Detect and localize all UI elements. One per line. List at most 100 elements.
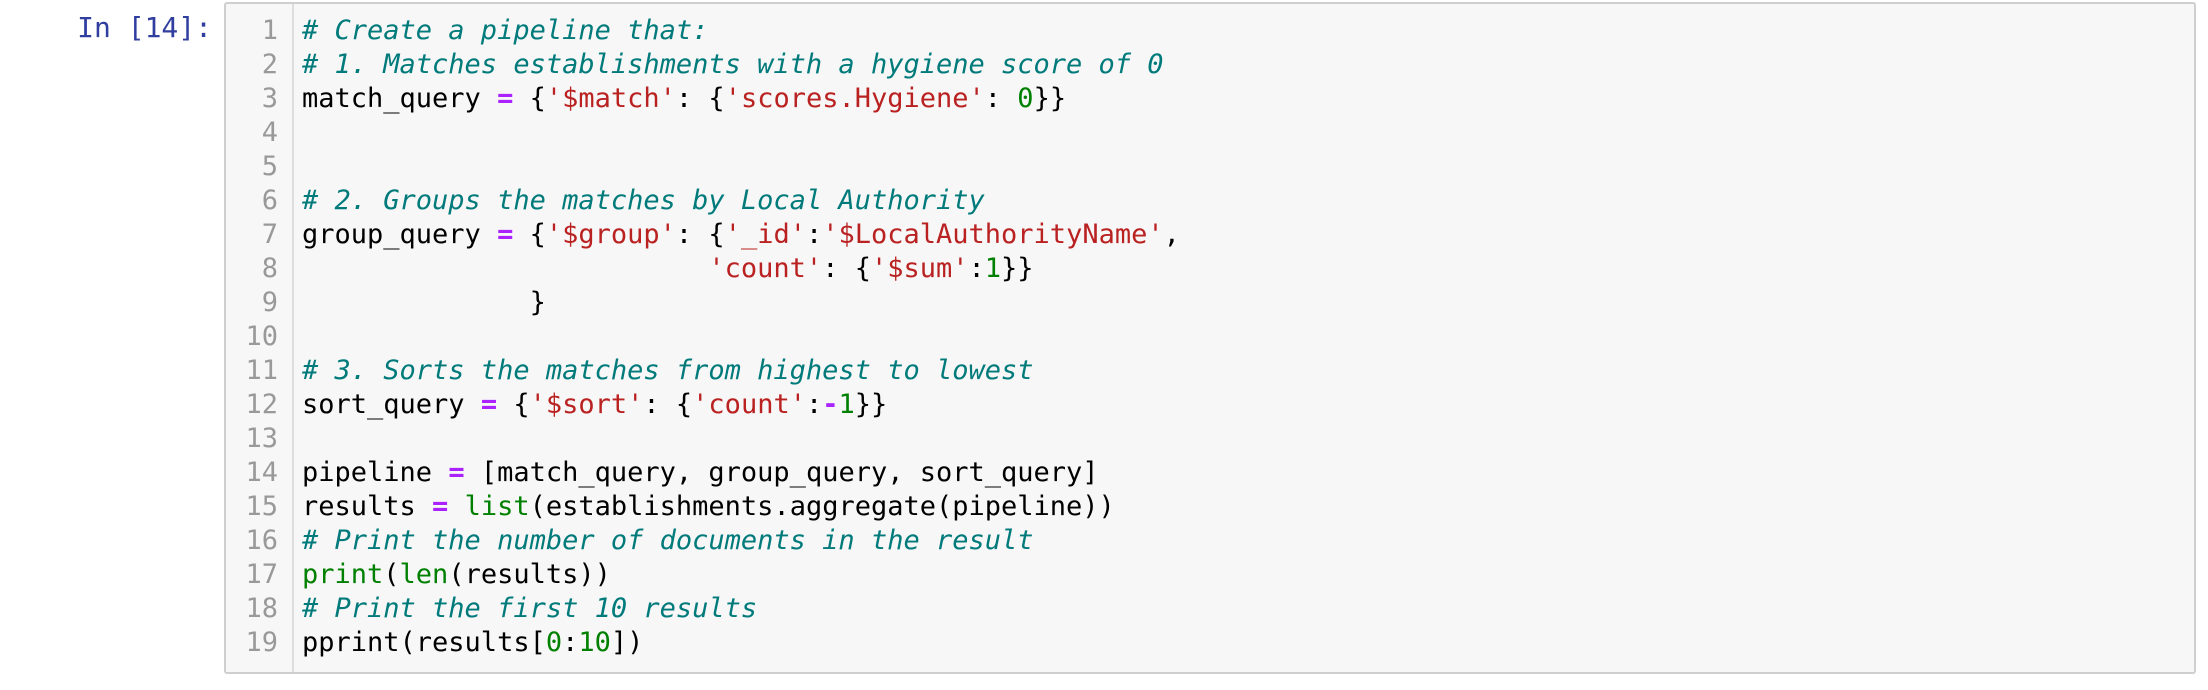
code-token-text: : { [675,83,725,114]
code-token-builtin: list [464,491,530,522]
code-content[interactable]: # Create a pipeline that: # 1. Matches es… [302,14,1180,660]
code-token-op: = [448,457,465,488]
code-line: ​ [302,422,1180,456]
code-token-text: }} [1001,253,1034,284]
code-line: print(len(results)) [302,558,1180,592]
code-token-number: 1 [984,253,1002,284]
code-line: # 1. Matches establishments with a hygie… [302,48,1180,82]
code-token-op: = [432,491,449,522]
code-token-string: '$sort' [529,389,644,420]
code-token-text: sort_query [302,389,481,420]
code-line: ​ [302,320,1180,354]
line-number: 10 [245,321,278,352]
code-editor[interactable]: 1 2 3 4 5 6 7 8 9 10 11 12 13 14 15 16 17 18 19 # Create a… [224,2,2196,674]
code-token-text: }} [1033,83,1067,114]
code-token-string: '$match' [545,83,676,114]
code-token-text: pprint(results[ [302,627,546,658]
code-token-text: { [513,219,546,250]
code-token-text: [match_query, group_query, sort_query] [464,457,1099,488]
code-token-string: '$group' [545,219,676,250]
code-token-text: }} [854,389,888,420]
code-token-text: : [984,83,1018,114]
line-number: 18 [245,593,278,624]
code-token-number: 10 [578,627,611,658]
line-number: 6 [261,185,278,216]
code-token-text: group_query [302,219,498,250]
code-line: sort_query = {'$sort': {'count':-1}} [302,388,1180,422]
code-token-text: } [302,287,546,318]
code-token-op: = [497,83,514,114]
code-line: group_query = {'$group': {'_id':'$LocalA… [302,218,1180,252]
line-number: 15 [245,491,278,522]
code-token-text: : [805,389,823,420]
code-token-comment: # 3. Sorts the matches from highest to l… [302,355,1034,386]
line-number: 4 [261,117,278,148]
code-token-comment: # Print the number of documents in the r… [302,525,1034,556]
line-number: 14 [245,457,278,488]
code-token-builtin: len [399,559,449,590]
code-token-op: = [497,219,514,250]
code-line: pipeline = [match_query, group_query, so… [302,456,1180,490]
code-token-text: (establishments.aggregate(pipeline)) [529,491,1115,522]
code-line: # 3. Sorts the matches from highest to l… [302,354,1180,388]
code-token-number: 0 [545,627,563,658]
line-number: 9 [261,287,278,318]
code-token-text: { [497,389,530,420]
code-token-text: (results)) [448,559,611,590]
code-token-text: : { [822,253,871,284]
code-token-number: 0 [1017,83,1034,114]
code-token-comment: # Print the first 10 results [302,593,758,624]
code-line: # 2. Groups the matches by Local Authori… [302,184,1180,218]
code-token-text: ( [383,559,400,590]
code-token-op: = [480,389,498,420]
code-token-text: ]) [610,627,644,658]
code-cell[interactable]: In [14]: 1 2 3 4 5 6 7 8 9 10 11 12 13 14 15 16 17 18 19 #… [0,0,2208,690]
line-number: 5 [261,151,278,182]
code-line: } [302,286,1180,320]
code-token-text: match_query [302,83,498,114]
code-token-string: '_id' [724,219,806,250]
code-token-string: 'scores.Hygiene' [724,83,985,114]
code-token-number: 1 [838,389,855,420]
code-line: # Print the first 10 results [302,592,1180,626]
line-number: 13 [245,423,278,454]
code-token-comment: # 1. Matches establishments with a hygie… [302,49,1164,80]
code-line: # Create a pipeline that: [302,14,1180,48]
line-number: 2 [261,49,278,80]
code-token-text: pipeline [302,457,449,488]
code-token-comment: # 2. Groups the matches by Local Authori… [302,185,985,216]
line-number-gutter: 1 2 3 4 5 6 7 8 9 10 11 12 13 14 15 16 17 18 19 [226,4,294,672]
code-token-op: - [822,389,839,420]
line-number: 11 [245,355,278,386]
line-number: 3 [261,83,278,114]
code-token-text: : { [643,389,693,420]
line-number: 12 [245,389,278,420]
code-token-text: { [513,83,546,114]
line-number: 17 [245,559,278,590]
code-token-text: : [968,253,985,284]
code-token-text: : { [675,219,725,250]
line-number: 1 [261,15,278,46]
code-token-string: 'count' [708,253,823,284]
code-token-text: : [805,219,823,250]
code-token-text: , [1163,219,1180,250]
code-line: # Print the number of documents in the r… [302,524,1180,558]
code-line: match_query = {'$match': {'scores.Hygien… [302,82,1180,116]
code-line: pprint(results[0:10]) [302,626,1180,660]
code-token-string: 'count' [692,389,806,420]
notebook: In [14]: 1 2 3 4 5 6 7 8 9 10 11 12 13 14 15 16 17 18 19 #… [0,0,2208,690]
code-token-comment: # Create a pipeline that: [302,15,709,46]
line-number: 16 [245,525,278,556]
line-number: 19 [245,627,278,658]
code-token-string: '$sum' [870,253,969,284]
line-number: 7 [261,219,278,250]
code-token-builtin: print [302,559,384,590]
code-token-text: : [562,627,579,658]
code-token-string: '$LocalAuthorityName' [822,219,1164,250]
code-line: results = list(establishments.aggregate(… [302,490,1180,524]
code-token-text: results [302,491,433,522]
input-prompt: In [14]: [77,11,212,44]
line-number: 8 [261,253,278,284]
